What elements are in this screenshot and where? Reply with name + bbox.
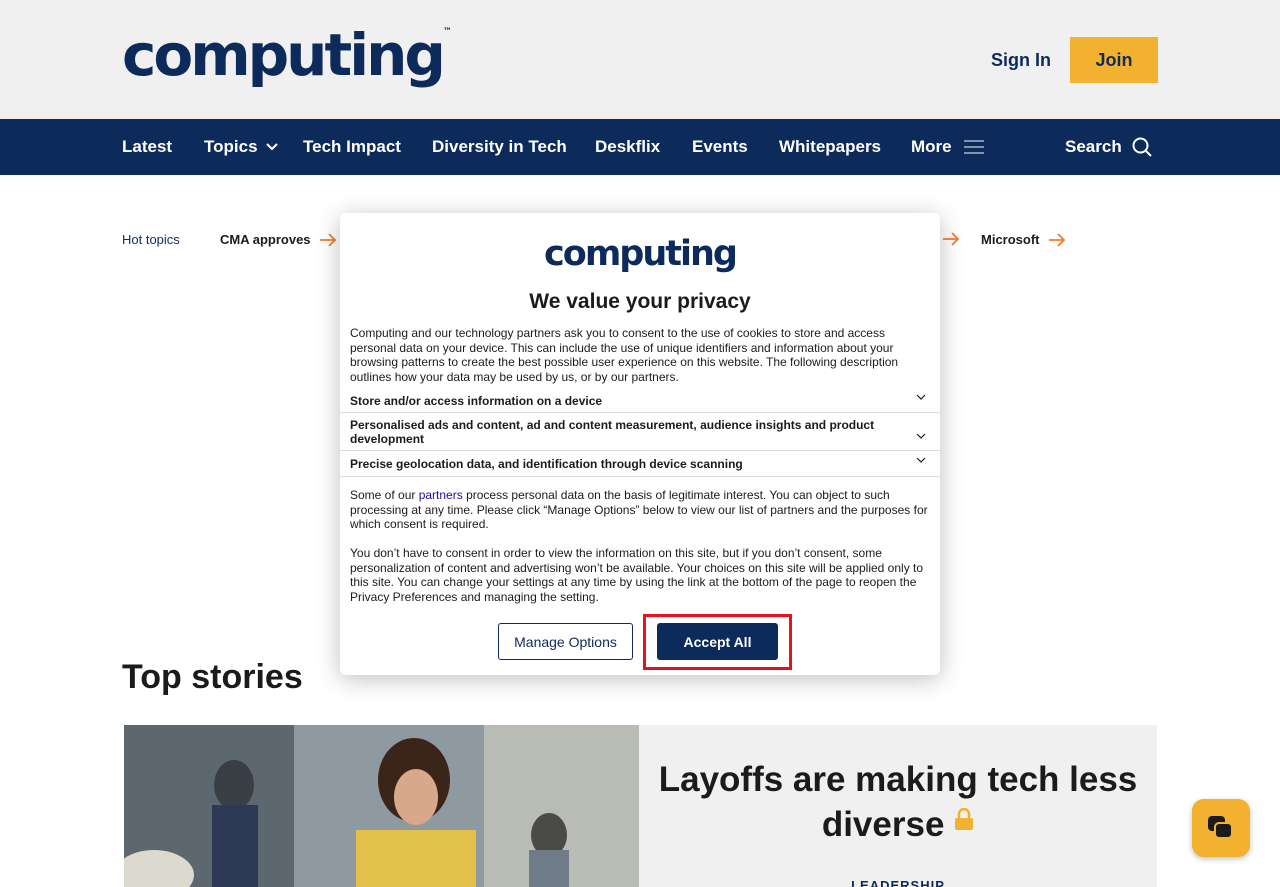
no-consent-text: You don’t have to consent in order to vi… [350,546,924,604]
privacy-consent-dialog: computing We value your privacy Computin… [340,213,940,675]
story-category[interactable]: LEADERSHIP [639,878,1157,887]
consent-intro: Computing and our technology partners as… [350,326,899,384]
search-icon [1132,137,1152,157]
partners-link[interactable]: partners [419,488,463,502]
join-button[interactable]: Join [1070,37,1158,83]
manage-options-button[interactable]: Manage Options [498,623,633,660]
consent-logo: computing [544,234,738,274]
site-logo[interactable]: computing™ [122,26,452,84]
chevron-down-icon [916,433,926,439]
search-button[interactable]: Search [1065,137,1152,157]
nav-item-latest[interactable]: Latest [122,137,172,157]
menu-icon [963,140,984,154]
chevron-down-icon [916,457,926,463]
chat-icon [1208,816,1233,839]
chevron-down-icon [265,143,278,151]
nav-item-events[interactable]: Events [692,137,748,157]
nav-item-whitepapers[interactable]: Whitepapers [779,137,881,157]
nav-item-deskflix[interactable]: Deskflix [595,137,660,157]
consent-title: We value your privacy [529,290,751,313]
arrow-right-icon [943,232,960,246]
lock-icon [955,807,974,830]
nav-item-tech-impact[interactable]: Tech Impact [303,137,401,157]
story-image[interactable] [124,725,639,887]
site-header: computing™ Sign In Join [0,0,1280,119]
accept-all-button[interactable]: Accept All [657,623,778,660]
nav-item-topics[interactable]: Topics [204,137,278,157]
story-panel[interactable]: Layoffs are making tech less diverse LEA… [639,725,1157,887]
chat-button[interactable] [1192,799,1250,857]
hot-topic-item[interactable]: CMA approves [220,232,337,247]
purpose-store-access[interactable]: Store and/or access information on a dev… [340,388,940,413]
arrow-right-icon [1048,232,1065,247]
nav-item-diversity-in-tech[interactable]: Diversity in Tech [432,137,567,157]
hot-topics-label: Hot topics [122,232,180,247]
hot-topic-item[interactable]: Microsoft [981,232,1066,247]
top-stories-heading: Top stories [122,658,303,696]
purpose-personalised-ads[interactable]: Personalised ads and content, ad and con… [340,413,940,451]
arrow-right-icon [319,232,336,247]
story-photo [124,725,639,887]
nav-item-more[interactable]: More [911,137,984,157]
story-title[interactable]: Layoffs are making tech less diverse [639,757,1157,847]
purpose-geolocation[interactable]: Precise geolocation data, and identifica… [340,451,940,477]
hot-topic-arrow[interactable] [942,232,960,246]
main-nav: Latest Topics Tech Impact Diversity in T… [0,119,1280,175]
chevron-down-icon [916,394,926,400]
sign-in-link[interactable]: Sign In [991,50,1051,71]
legitimate-interest-text: Some of our partners process personal da… [350,488,928,531]
